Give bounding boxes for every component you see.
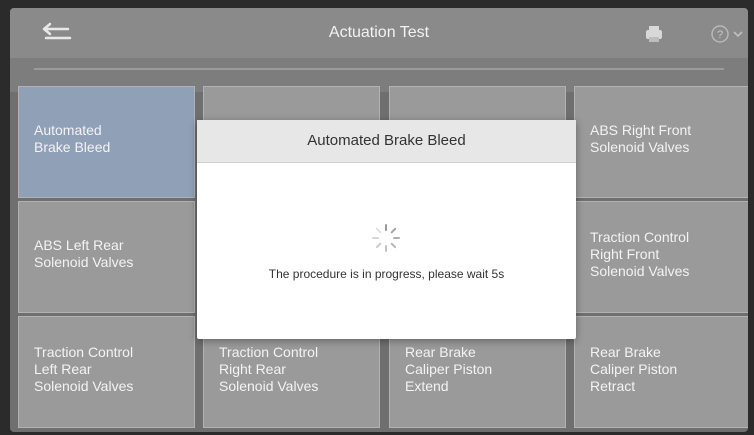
tile-label: Automated Brake Bleed bbox=[34, 122, 111, 155]
tile-label: ABS Left Rear Solenoid Valves bbox=[34, 237, 134, 270]
svg-text:?: ? bbox=[717, 29, 723, 41]
tile-automated-brake-bleed[interactable]: Automated Brake Bleed bbox=[18, 86, 195, 198]
tile-label: ABS Right Front Solenoid Valves bbox=[590, 122, 692, 155]
top-bar: Actuation Test ? bbox=[10, 8, 748, 58]
help-icon[interactable]: ? bbox=[710, 24, 744, 44]
tile-rear-brake-retract[interactable]: Rear Brake Caliper Piston Retract bbox=[574, 316, 748, 428]
printer-icon[interactable] bbox=[643, 24, 665, 44]
dialog-title: Automated Brake Bleed bbox=[197, 120, 576, 163]
divider bbox=[34, 68, 724, 70]
loading-spinner-icon bbox=[372, 224, 400, 252]
tile-label: Rear Brake Caliper Piston Extend bbox=[405, 344, 493, 394]
page-title: Actuation Test bbox=[328, 24, 430, 41]
tile-traction-right-front[interactable]: Traction Control Right Front Solenoid Va… bbox=[574, 201, 748, 313]
tile-abs-right-front[interactable]: ABS Right Front Solenoid Valves bbox=[574, 86, 748, 198]
progress-message: The procedure is in progress, please wai… bbox=[268, 267, 505, 281]
tile-traction-left-rear[interactable]: Traction Control Left Rear Solenoid Valv… bbox=[18, 316, 195, 428]
tile-label: Rear Brake Caliper Piston Retract bbox=[590, 344, 678, 394]
tile-label: Traction Control Right Front Solenoid Va… bbox=[590, 229, 690, 279]
tile-label: Traction Control Right Rear Solenoid Val… bbox=[219, 344, 319, 394]
tile-label: Traction Control Left Rear Solenoid Valv… bbox=[34, 344, 134, 394]
tile-abs-left-rear[interactable]: ABS Left Rear Solenoid Valves bbox=[18, 201, 195, 313]
progress-dialog: Automated Brake Bleed The procedure is i… bbox=[197, 120, 576, 339]
